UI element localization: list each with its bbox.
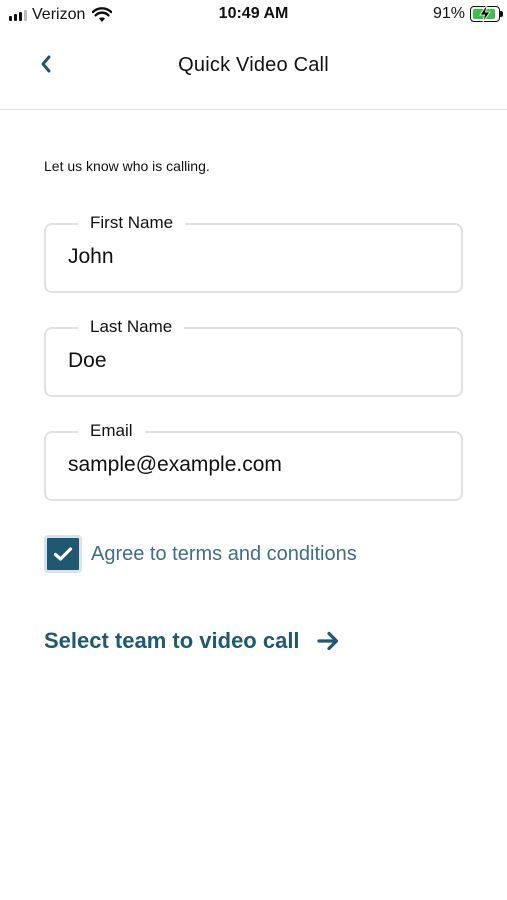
battery-nub (500, 11, 503, 17)
status-bar: Verizon 10:49 AM 91% (0, 0, 507, 30)
screen: Verizon 10:49 AM 91% Quick Video Call Le… (0, 0, 507, 900)
checkmark-icon (53, 547, 73, 561)
first-name-input[interactable] (68, 245, 438, 269)
last-name-input[interactable] (68, 349, 438, 373)
charging-bolt-icon (479, 6, 491, 22)
agree-terms-row[interactable]: Agree to terms and conditions (44, 535, 357, 573)
last-name-label: Last Name (78, 317, 185, 337)
select-team-label: Select team to video call (44, 628, 300, 653)
last-name-field: Last Name (44, 317, 463, 397)
email-label: Email (78, 421, 145, 441)
page-title: Quick Video Call (178, 54, 329, 76)
status-time: 10:49 AM (218, 5, 289, 22)
battery-percent: 91% (432, 5, 465, 22)
header: Quick Video Call (0, 30, 507, 110)
battery-icon (470, 6, 503, 22)
first-name-label: First Name (78, 213, 186, 233)
status-right: 91% (432, 5, 503, 23)
first-name-field: First Name (44, 213, 463, 293)
email-input[interactable] (68, 453, 438, 477)
intro-text: Let us know who is calling. (44, 158, 210, 174)
email-field: Email (44, 421, 463, 501)
arrow-right-icon (316, 631, 338, 651)
agree-terms-label[interactable]: Agree to terms and conditions (91, 543, 357, 566)
agree-terms-checkbox[interactable] (44, 535, 82, 573)
select-team-button[interactable]: Select team to video call (44, 628, 340, 654)
